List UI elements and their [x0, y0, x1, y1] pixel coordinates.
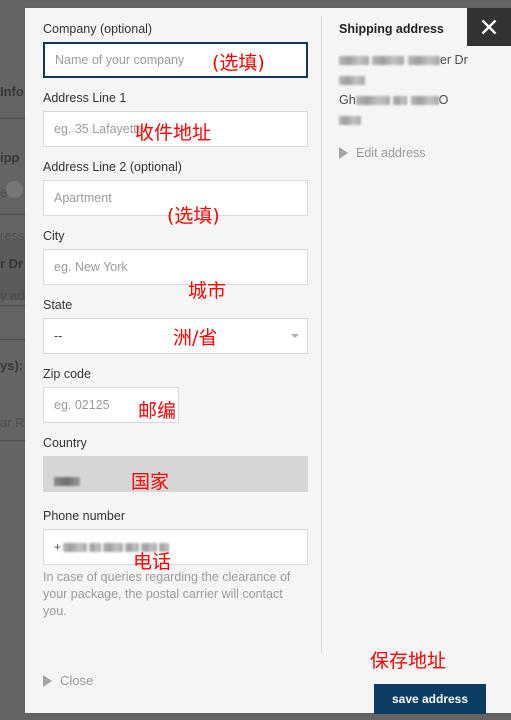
address-redacted — [339, 116, 361, 126]
column-divider — [321, 16, 322, 653]
phone-redacted-value — [141, 542, 158, 552]
bg-fragment-dr: r Dr — [0, 256, 24, 271]
address-redacted — [339, 56, 369, 66]
address-redacted — [407, 56, 440, 66]
field-state: State -- — [43, 298, 308, 354]
address-redacted — [393, 96, 408, 106]
address-line-2-input[interactable] — [43, 180, 308, 216]
label-company: Company (optional) — [43, 22, 153, 36]
phone-helper-text: In case of queries regarding the clearan… — [43, 570, 291, 618]
field-zip-code: Zip code — [43, 367, 308, 423]
city-input[interactable] — [43, 249, 308, 285]
edit-address-label: Edit address — [356, 146, 426, 160]
country-input — [43, 456, 308, 492]
close-link[interactable]: Close — [43, 673, 93, 688]
triangle-right-icon — [43, 674, 52, 687]
label-address-line-2: Address Line 2 (optional) — [43, 160, 182, 174]
phone-number-input[interactable]: + — [43, 529, 308, 565]
address-redacted — [339, 76, 365, 86]
address-line-visible-1: er Dr — [439, 53, 468, 67]
phone-redacted-value — [159, 542, 170, 552]
phone-redacted-value — [63, 542, 88, 552]
state-select[interactable]: -- — [43, 318, 308, 354]
shipping-address-line — [339, 110, 499, 130]
address-redacted — [372, 56, 405, 66]
field-company: Company (optional) — [43, 22, 308, 78]
address-redacted — [410, 96, 439, 106]
address-modal: Company (optional) Address Line 1 Addres… — [25, 8, 511, 714]
bg-fragment-ar: ar R. — [0, 415, 29, 430]
bg-fragment-shipping: ipp — [0, 150, 20, 165]
bg-fragment-yad: y ad — [0, 288, 25, 303]
address-form: Company (optional) Address Line 1 Addres… — [43, 22, 308, 620]
address-redacted — [355, 96, 390, 106]
phone-redacted-value — [103, 542, 124, 552]
label-address-line-1: Address Line 1 — [43, 91, 127, 105]
shipping-address-line — [339, 70, 499, 90]
shipping-address-line: Gh O — [339, 90, 499, 110]
address-line-visible-2: Gh — [339, 93, 356, 107]
field-address-line-1: Address Line 1 — [43, 91, 308, 147]
bg-fragment-info: Info — [0, 84, 24, 99]
label-state: State — [43, 298, 73, 312]
triangle-right-icon — [339, 147, 348, 159]
shipping-address-title: Shipping address — [339, 22, 444, 36]
field-address-line-2: Address Line 2 (optional) — [43, 160, 308, 216]
shipping-address-panel: Shipping address er Dr Gh O Edit address — [339, 22, 499, 160]
label-country: Country — [43, 436, 87, 450]
address-line-1-input[interactable] — [43, 111, 308, 147]
bg-fragment-e: e — [0, 185, 8, 200]
field-phone-number: Phone number + In case of queries regard… — [43, 509, 308, 620]
phone-redacted-value — [125, 542, 140, 552]
company-input[interactable] — [43, 42, 308, 78]
country-redacted-value — [54, 476, 80, 486]
bg-fragment-days: ys): — [0, 358, 24, 373]
zip-code-input[interactable] — [43, 387, 179, 423]
address-line-visible-3: O — [438, 93, 449, 107]
phone-redacted-value — [89, 542, 102, 552]
save-address-button[interactable]: save address — [374, 684, 486, 714]
label-city: City — [43, 229, 65, 243]
field-city: City — [43, 229, 308, 285]
shipping-address-line: er Dr — [339, 50, 499, 70]
close-label: Close — [60, 673, 94, 688]
field-country: Country — [43, 436, 308, 492]
bg-fragment-address: ress — [0, 228, 25, 243]
label-zip-code: Zip code — [43, 367, 91, 381]
edit-address-button[interactable]: Edit address — [339, 146, 499, 160]
label-phone-number: Phone number — [43, 509, 126, 523]
phone-prefix: + — [54, 540, 62, 554]
